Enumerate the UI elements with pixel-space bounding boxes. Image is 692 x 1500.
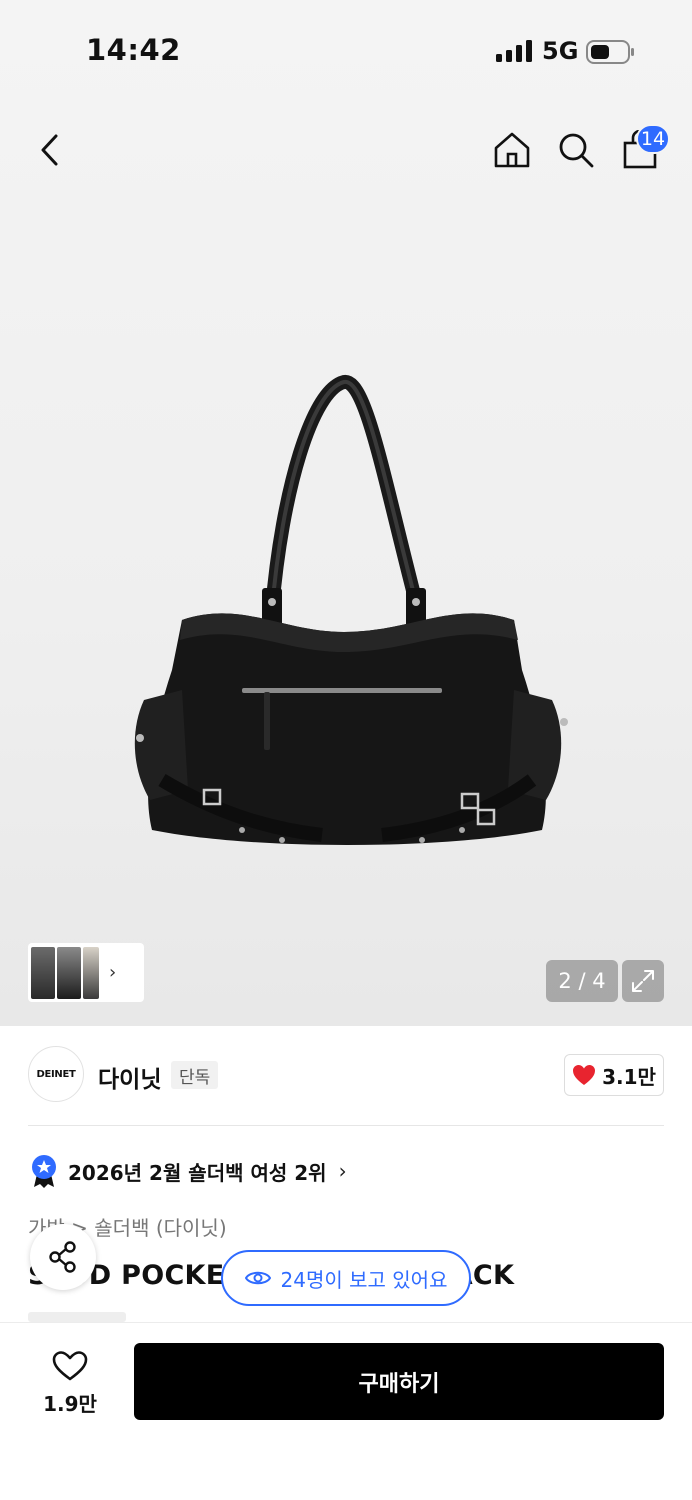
ranking-text: 2026년 2월 숄더백 여성 2위 <box>68 1160 327 1185</box>
wishlist-count: 1.9만 <box>43 1391 97 1416</box>
product-image <box>134 375 568 845</box>
chevron-left-icon <box>41 134 58 166</box>
home-icon <box>494 132 530 168</box>
brand-logo[interactable]: DEINET <box>28 1046 84 1102</box>
chevron-right-icon: › <box>338 1159 347 1183</box>
exclusive-tag: 단독 <box>171 1061 219 1089</box>
signal-icon <box>496 40 532 62</box>
brand-name[interactable]: 다이닛 <box>98 1060 161 1094</box>
cart-count-badge: 14 <box>636 124 670 154</box>
thumbnail-image[interactable] <box>57 946 81 999</box>
ranking-link[interactable]: 2026년 2월 숄더백 여성 2위 › <box>30 1154 347 1188</box>
rank-medal-icon <box>32 1155 56 1188</box>
live-viewers-pill: 24명이 보고 있어요 <box>221 1250 471 1306</box>
battery-icon <box>586 40 634 64</box>
status-time: 14:42 <box>86 33 181 67</box>
top-nav <box>0 120 692 180</box>
expand-icon <box>632 970 654 992</box>
wishlist-button[interactable]: 1.9만 <box>30 1345 110 1421</box>
expand-button[interactable] <box>622 960 664 1002</box>
eye-icon <box>244 1271 271 1285</box>
thumbnail-image[interactable] <box>31 946 55 999</box>
heart-outline-icon <box>52 1350 88 1380</box>
search-icon <box>559 133 594 168</box>
brand-like-count: 3.1만 <box>602 1064 656 1089</box>
status-bar: 14:42 5G <box>0 0 692 100</box>
search-button[interactable] <box>554 128 598 172</box>
brand-like-button[interactable]: 3.1만 <box>564 1054 664 1096</box>
buy-button[interactable]: 구매하기 <box>134 1343 664 1420</box>
heart-filled-icon <box>573 1065 596 1085</box>
bottom-action-bar: 1.9만 구매하기 <box>0 1322 692 1500</box>
home-button[interactable] <box>490 128 534 172</box>
share-button[interactable] <box>30 1224 96 1290</box>
chevron-right-icon: › <box>109 962 117 983</box>
thumbnail-image[interactable] <box>83 946 99 999</box>
thumbnail-strip[interactable]: › <box>28 943 144 1002</box>
product-gallery[interactable]: 14:42 5G 14 › 2 / 4 <box>0 0 692 1026</box>
gallery-page-counter: 2 / 4 <box>546 960 618 1002</box>
share-icon <box>49 1241 76 1273</box>
divider <box>28 1125 664 1126</box>
brand-row: DEINET 다이닛 단독 3.1만 <box>28 1046 664 1104</box>
network-label: 5G <box>542 37 579 65</box>
back-button[interactable] <box>28 128 72 172</box>
product-tag <box>28 1312 126 1322</box>
live-viewers-text: 24명이 보고 있어요 <box>280 1267 448 1292</box>
